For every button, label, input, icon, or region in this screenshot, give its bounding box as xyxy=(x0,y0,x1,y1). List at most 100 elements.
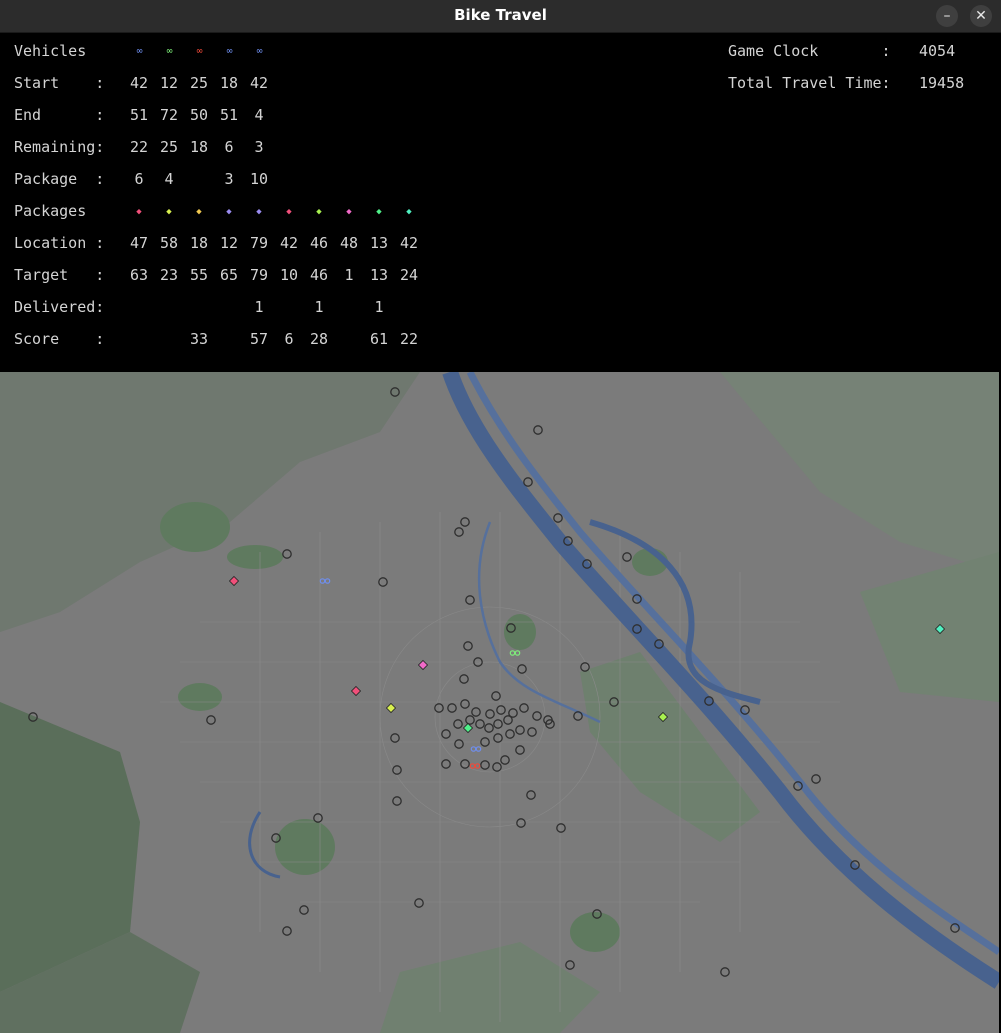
delivered-value-1 xyxy=(124,297,154,317)
target-value-10: 24 xyxy=(399,266,419,284)
target-value-3: 55 xyxy=(189,266,209,284)
package-7-diamond-icon: ◆ xyxy=(316,207,322,217)
end-value-4: 51 xyxy=(219,106,239,124)
package-9-diamond-icon: ◆ xyxy=(376,207,382,217)
total-travel-label: Total Travel Time: xyxy=(728,74,891,92)
remaining-value-1: 22 xyxy=(129,138,149,156)
start-label: Start : xyxy=(14,74,105,92)
delivered-value-9: 1 xyxy=(374,298,384,316)
delivered-value-3 xyxy=(184,297,214,317)
park-patch-3 xyxy=(178,683,222,711)
target-value-9: 13 xyxy=(369,266,389,284)
location-value-7: 46 xyxy=(309,234,329,252)
target-value-4: 65 xyxy=(219,266,239,284)
end-value-2: 72 xyxy=(159,106,179,124)
location-value-4: 12 xyxy=(219,234,239,252)
package-3-diamond-icon: ◆ xyxy=(196,207,202,217)
remaining-value-3: 18 xyxy=(189,138,209,156)
package-value-5: 10 xyxy=(249,170,269,188)
delivered-value-7: 1 xyxy=(314,298,324,316)
minimize-button[interactable]: – xyxy=(936,5,958,27)
score-value-5: 57 xyxy=(249,330,269,348)
location-value-8: 48 xyxy=(339,234,359,252)
close-button[interactable]: ✕ xyxy=(970,5,992,27)
location-value-1: 47 xyxy=(129,234,149,252)
location-value-3: 18 xyxy=(189,234,209,252)
package-value-3 xyxy=(184,169,214,189)
package-4-diamond-icon: ◆ xyxy=(226,207,232,217)
remaining-label: Remaining: xyxy=(14,138,105,156)
delivered-value-8 xyxy=(334,297,364,317)
vehicle-5-bike-icon: ∞ xyxy=(256,46,262,57)
package-value-4: 3 xyxy=(224,170,234,188)
end-label: End : xyxy=(14,106,105,124)
target-value-5: 79 xyxy=(249,266,269,284)
game-clock-label: Game Clock : xyxy=(728,42,891,60)
score-value-1 xyxy=(124,329,154,349)
package-6-diamond-icon: ◆ xyxy=(286,207,292,217)
location-value-2: 58 xyxy=(159,234,179,252)
location-value-10: 42 xyxy=(399,234,419,252)
remaining-value-2: 25 xyxy=(159,138,179,156)
vehicle-1-bike-icon: ∞ xyxy=(136,46,142,57)
delivered-value-6 xyxy=(274,297,304,317)
score-value-4 xyxy=(214,329,244,349)
package-10-diamond-icon: ◆ xyxy=(406,207,412,217)
delivered-value-10 xyxy=(394,297,424,317)
city-map[interactable] xyxy=(0,372,999,1033)
park-patch-4 xyxy=(275,819,335,875)
vehicle-4-bike-icon: ∞ xyxy=(226,46,232,57)
park-patch-2 xyxy=(227,545,283,569)
vehicles-label: Vehicles xyxy=(14,42,87,60)
score-value-8 xyxy=(334,329,364,349)
end-value-5: 4 xyxy=(254,106,264,124)
target-value-1: 63 xyxy=(129,266,149,284)
window-title: Bike Travel xyxy=(454,6,547,24)
score-value-3: 33 xyxy=(189,330,209,348)
location-label: Location : xyxy=(14,234,105,252)
target-value-8: 1 xyxy=(344,266,354,284)
delivered-label: Delivered: xyxy=(14,298,105,316)
package-5-diamond-icon: ◆ xyxy=(256,207,262,217)
package-1-diamond-icon: ◆ xyxy=(136,207,142,217)
total-travel-value: 19458 xyxy=(919,74,965,92)
start-value-4: 18 xyxy=(219,74,239,92)
location-value-5: 79 xyxy=(249,234,269,252)
package-8-diamond-icon: ◆ xyxy=(346,207,352,217)
vehicle-3-bike-icon: ∞ xyxy=(196,46,202,57)
start-value-3: 25 xyxy=(189,74,209,92)
score-value-2 xyxy=(154,329,184,349)
package-value-2: 4 xyxy=(164,170,174,188)
vehicle-2-bike-icon: ∞ xyxy=(166,46,172,57)
location-value-6: 42 xyxy=(279,234,299,252)
location-value-9: 13 xyxy=(369,234,389,252)
target-label: Target : xyxy=(14,266,105,284)
start-value-5: 42 xyxy=(249,74,269,92)
start-value-1: 42 xyxy=(129,74,149,92)
remaining-value-4: 6 xyxy=(224,138,234,156)
score-value-10: 22 xyxy=(399,330,419,348)
end-value-3: 50 xyxy=(189,106,209,124)
hud-panel: Vehicles ∞ ∞ ∞ ∞ ∞ Start : 42 12 25 18 42 End : … xyxy=(0,33,1001,372)
park-patch-1 xyxy=(160,502,230,552)
target-value-7: 46 xyxy=(309,266,329,284)
package-label: Package : xyxy=(14,170,105,188)
score-value-9: 61 xyxy=(369,330,389,348)
delivered-value-2 xyxy=(154,297,184,317)
end-value-1: 51 xyxy=(129,106,149,124)
score-value-7: 28 xyxy=(309,330,329,348)
map-canvas[interactable] xyxy=(0,372,999,1033)
remaining-value-5: 3 xyxy=(254,138,264,156)
score-label: Score : xyxy=(14,330,105,348)
package-2-diamond-icon: ◆ xyxy=(166,207,172,217)
start-value-2: 12 xyxy=(159,74,179,92)
delivered-value-5: 1 xyxy=(254,298,264,316)
window-titlebar: Bike Travel – ✕ xyxy=(0,0,1001,33)
target-value-6: 10 xyxy=(279,266,299,284)
score-value-6: 6 xyxy=(284,330,294,348)
delivered-value-4 xyxy=(214,297,244,317)
game-clock-value: 4054 xyxy=(919,42,956,60)
target-value-2: 23 xyxy=(159,266,179,284)
package-value-1: 6 xyxy=(134,170,144,188)
packages-label: Packages xyxy=(14,202,87,220)
